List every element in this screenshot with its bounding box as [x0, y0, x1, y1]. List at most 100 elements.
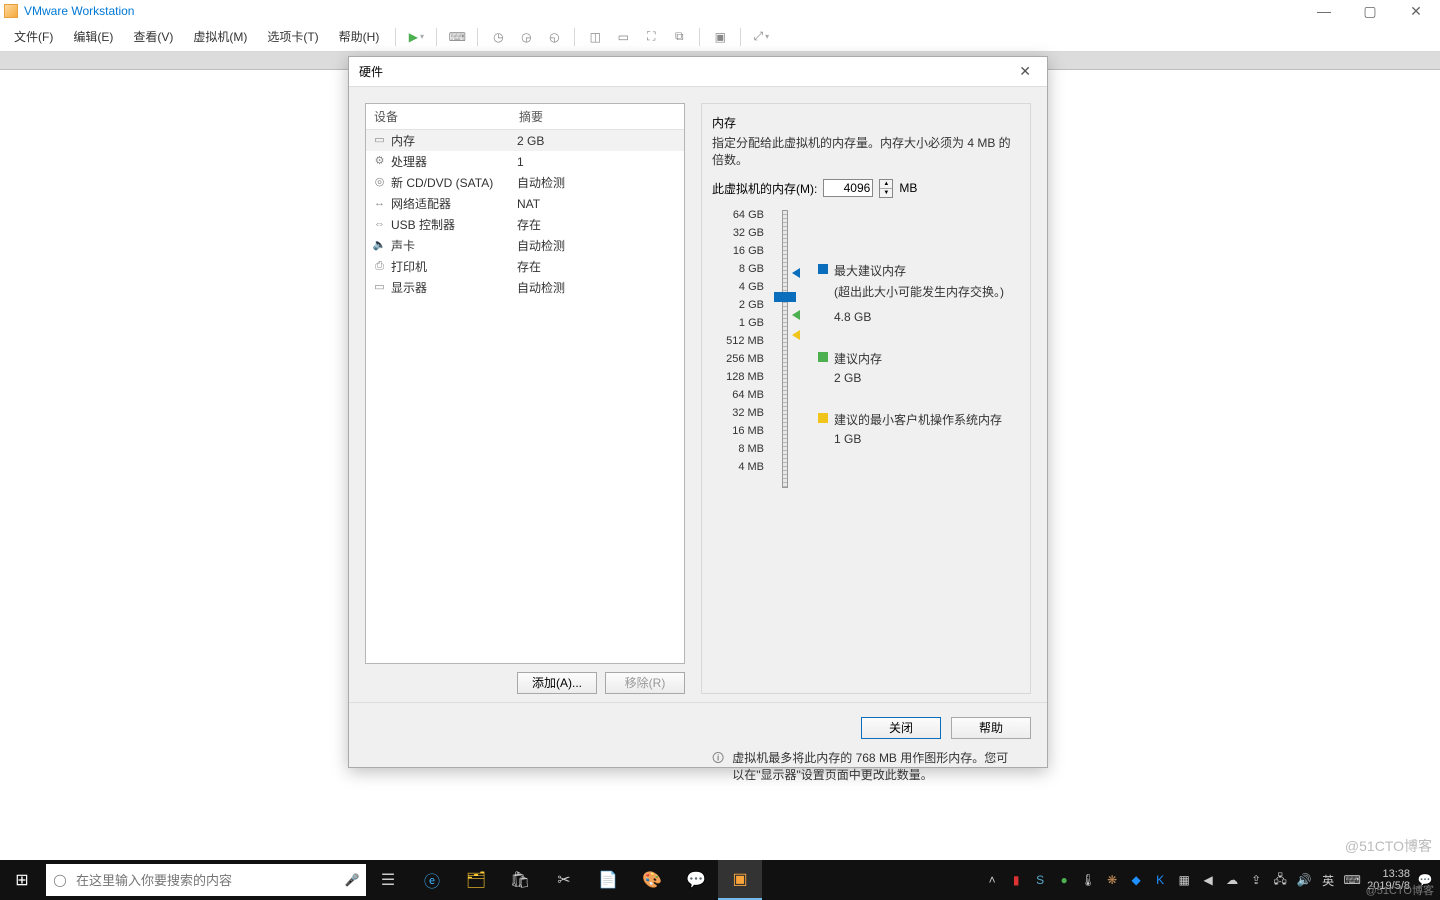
memory-description: 指定分配给此虚拟机的内存量。内存大小必须为 4 MB 的倍数。: [712, 135, 1020, 169]
legend-min-label: 建议的最小客户机操作系统内存: [834, 411, 1002, 428]
device-name: 内存: [391, 132, 517, 149]
marker-max-icon: [792, 268, 800, 278]
start-button[interactable]: ⊞: [0, 860, 44, 900]
task-view-icon[interactable]: ☰: [366, 860, 410, 900]
device-icon: ◎: [372, 176, 387, 189]
tray-app3-icon[interactable]: ◆: [1127, 873, 1145, 887]
dialog-close-icon[interactable]: ✕: [1013, 63, 1037, 80]
toolbar-single-icon[interactable]: ▭: [612, 26, 634, 48]
device-summary: 存在: [517, 258, 541, 275]
memory-tick-label: 16 MB: [712, 422, 764, 440]
cortana-icon[interactable]: ◯: [46, 873, 74, 887]
menu-edit[interactable]: 编辑(E): [63, 24, 123, 49]
memory-heading: 内存: [712, 114, 1020, 131]
device-row[interactable]: ↔网络适配器NAT: [366, 193, 684, 214]
toolbar-unity-icon[interactable]: ⧉: [668, 26, 690, 48]
tray-volume-icon[interactable]: 🔊: [1295, 873, 1313, 887]
toolbar-manage-snapshot-icon[interactable]: ◵: [543, 26, 565, 48]
toolbar-send-keys-icon[interactable]: ⌨: [446, 26, 468, 48]
tray-ime-icon[interactable]: ⌨: [1343, 873, 1361, 887]
tray-app5-icon[interactable]: ▦: [1175, 873, 1193, 887]
tray-app4-icon[interactable]: K: [1151, 873, 1169, 887]
menu-view[interactable]: 查看(V): [123, 24, 183, 49]
snip-icon[interactable]: ✂: [542, 860, 586, 900]
legend-max-label: 最大建议内存: [834, 262, 906, 279]
toolbar-stretch-icon[interactable]: ⛶: [640, 26, 662, 48]
app-logo-icon: [4, 4, 18, 18]
tray-collapse-icon[interactable]: ◀: [1199, 873, 1217, 887]
menu-help[interactable]: 帮助(H): [329, 24, 390, 49]
device-name: USB 控制器: [391, 216, 517, 233]
add-device-button[interactable]: 添加(A)...: [517, 672, 597, 694]
device-row[interactable]: ▭显示器自动检测: [366, 277, 684, 298]
file-explorer-icon[interactable]: 🗂: [454, 860, 498, 900]
tray-app2-icon[interactable]: ❋: [1103, 873, 1121, 887]
taskbar-search[interactable]: ◯ 🎤: [46, 864, 366, 896]
device-list[interactable]: 设备 摘要 ▭内存2 GB⚙处理器1◎新 CD/DVD (SATA)自动检测↔网…: [365, 103, 685, 664]
tray-ime-label[interactable]: 英: [1319, 872, 1337, 889]
device-name: 处理器: [391, 153, 517, 170]
notepad-icon[interactable]: 📄: [586, 860, 630, 900]
paint-icon[interactable]: 🎨: [630, 860, 674, 900]
device-row[interactable]: ▭内存2 GB: [366, 130, 684, 151]
window-close-button[interactable]: ✕: [1402, 3, 1430, 20]
memory-tick-label: 128 MB: [712, 368, 764, 386]
device-summary: 2 GB: [517, 134, 544, 148]
tray-network-icon[interactable]: 🖧: [1271, 870, 1289, 891]
device-icon: 🔈: [372, 239, 387, 252]
store-icon[interactable]: 🛍: [498, 860, 542, 900]
toolbar-play-icon[interactable]: ▶▾: [405, 26, 427, 48]
device-name: 网络适配器: [391, 195, 517, 212]
menu-tabs[interactable]: 选项卡(T): [257, 24, 328, 49]
tray-onedrive-icon[interactable]: ☁: [1223, 873, 1241, 887]
memory-spinner[interactable]: ▲▼: [879, 179, 893, 198]
tray-temp-icon[interactable]: 🌡: [1079, 873, 1097, 887]
microphone-icon[interactable]: 🎤: [338, 873, 366, 887]
window-minimize-button[interactable]: —: [1310, 3, 1338, 20]
vmware-taskbar-icon[interactable]: ▣: [718, 860, 762, 900]
toolbar-split-icon[interactable]: ◫: [584, 26, 606, 48]
tray-usb-icon[interactable]: ⇪: [1247, 873, 1265, 887]
tray-up-icon[interactable]: ˄: [983, 873, 1001, 887]
device-row[interactable]: ⇔USB 控制器存在: [366, 214, 684, 235]
memory-legend: 最大建议内存 (超出此大小可能发生内存交换。) 4.8 GB 建议内存 2 GB…: [800, 206, 1020, 496]
tray-app1-icon[interactable]: ▮: [1007, 873, 1025, 887]
memory-slider-thumb[interactable]: [774, 292, 796, 302]
device-row[interactable]: 🔈声卡自动检测: [366, 235, 684, 256]
marker-minimum-icon: [792, 330, 800, 340]
memory-input[interactable]: [823, 179, 873, 197]
wechat-icon[interactable]: 💬: [674, 860, 718, 900]
device-row[interactable]: ◎新 CD/DVD (SATA)自动检测: [366, 172, 684, 193]
menu-vm[interactable]: 虚拟机(M): [183, 24, 257, 49]
legend-min-value: 1 GB: [834, 432, 1020, 446]
window-titlebar: VMware Workstation — ▢ ✕: [0, 0, 1440, 22]
tray-skype-icon[interactable]: S: [1031, 873, 1049, 887]
window-maximize-button[interactable]: ▢: [1356, 3, 1384, 20]
edge-icon[interactable]: ⓔ: [410, 860, 454, 900]
menu-file[interactable]: 文件(F): [4, 24, 63, 49]
legend-max-note: (超出此大小可能发生内存交换。): [834, 283, 1020, 300]
device-summary: 存在: [517, 216, 541, 233]
device-icon: ▭: [372, 281, 387, 294]
tray-wechat-icon[interactable]: ●: [1055, 873, 1073, 887]
device-name: 打印机: [391, 258, 517, 275]
toolbar-fullscreen-icon[interactable]: ⤢▾: [750, 26, 772, 48]
memory-tick-label: 8 GB: [712, 260, 764, 278]
device-row[interactable]: ⚙处理器1: [366, 151, 684, 172]
device-summary: 自动检测: [517, 237, 565, 254]
device-name: 显示器: [391, 279, 517, 296]
remove-device-button[interactable]: 移除(R): [605, 672, 685, 694]
device-icon: ↔: [372, 197, 387, 210]
device-list-pane: 设备 摘要 ▭内存2 GB⚙处理器1◎新 CD/DVD (SATA)自动检测↔网…: [365, 103, 685, 694]
dialog-close-button[interactable]: 关闭: [861, 717, 941, 739]
memory-tick-label: 1 GB: [712, 314, 764, 332]
taskbar-search-input[interactable]: [74, 872, 338, 889]
toolbar-revert-icon[interactable]: ◶: [515, 26, 537, 48]
toolbar-console-icon[interactable]: ▣: [709, 26, 731, 48]
dialog-help-button[interactable]: 帮助: [951, 717, 1031, 739]
toolbar-snapshot-icon[interactable]: ◷: [487, 26, 509, 48]
device-icon: ⎙: [372, 260, 387, 273]
memory-tick-label: 16 GB: [712, 242, 764, 260]
memory-slider[interactable]: [770, 206, 800, 496]
device-row[interactable]: ⎙ 打印机存在: [366, 256, 684, 277]
